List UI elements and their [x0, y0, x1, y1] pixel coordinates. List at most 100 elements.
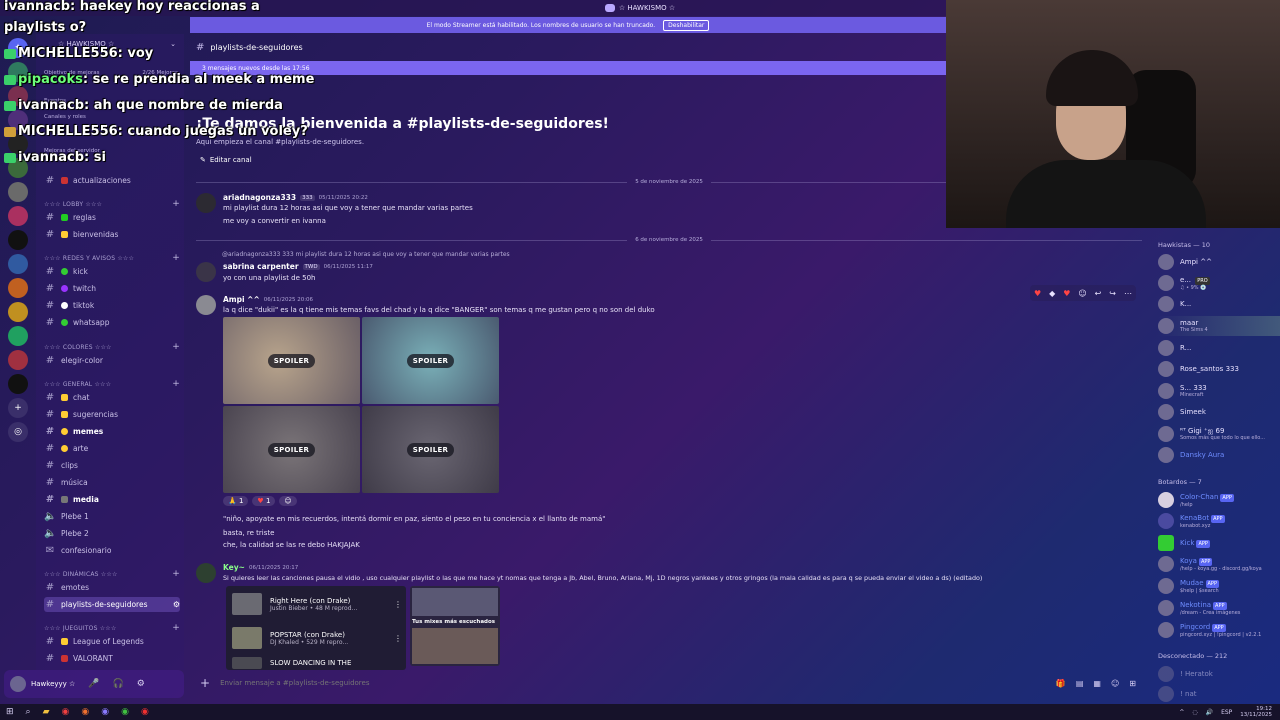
server-icon[interactable]: [8, 254, 28, 274]
member-item[interactable]: Rose_santos 333: [1158, 359, 1280, 379]
language-indicator[interactable]: ESP: [1221, 709, 1232, 716]
channel-elegir-color[interactable]: # elegir-color: [44, 353, 180, 368]
add-channel-icon[interactable]: +: [172, 569, 180, 579]
message-input[interactable]: [220, 679, 1046, 687]
clock[interactable]: 19:12 13/11/2025: [1240, 706, 1272, 718]
add-reaction-icon[interactable]: ☺: [279, 496, 297, 506]
browser-icon[interactable]: ◉: [81, 707, 89, 717]
boost-goal[interactable]: Objetivo de mejoras 2/26 Mejoras: [44, 70, 178, 76]
add-channel-icon[interactable]: +: [172, 342, 180, 352]
channel-media[interactable]: # media: [44, 492, 180, 507]
category-general[interactable]: ☆☆☆ GENERAL ☆☆☆ +: [44, 378, 180, 390]
server-icon[interactable]: [8, 158, 28, 178]
headphones-icon[interactable]: 🎧: [113, 679, 124, 689]
author-name[interactable]: sabrina carpenter: [223, 262, 299, 271]
add-channel-icon[interactable]: +: [172, 199, 180, 209]
server-icon[interactable]: [8, 86, 28, 106]
chevron-up-icon[interactable]: ^: [1179, 709, 1184, 716]
events-link[interactable]: Eventos: [44, 98, 178, 104]
member-item[interactable]: ! Heratok: [1158, 664, 1280, 684]
video-attachment[interactable]: Tus mixes más escuchados: [410, 586, 500, 666]
video-attachment[interactable]: Right Here (con Drake) Justin Bieber • 48…: [226, 586, 406, 670]
browser-icon[interactable]: ◉: [62, 707, 70, 717]
channel-tiktok[interactable]: # tiktok: [44, 298, 180, 313]
channel-clips[interactable]: # clips: [44, 458, 180, 473]
channel-valorant[interactable]: # VALORANT: [44, 651, 180, 666]
microphone-icon[interactable]: 🎤: [88, 679, 99, 689]
category-lobby[interactable]: ☆☆☆ LOBBY ☆☆☆ +: [44, 198, 180, 210]
member-item[interactable]: K...: [1158, 294, 1280, 314]
channel-actualizaciones[interactable]: # actualizaciones: [44, 173, 180, 188]
channels-roles-link[interactable]: Canales y roles: [44, 114, 178, 120]
volume-icon[interactable]: 🔊: [1206, 709, 1213, 716]
network-icon[interactable]: ◌: [1192, 709, 1197, 716]
member-item[interactable]: Kick APP: [1158, 533, 1280, 553]
member-item[interactable]: Simeek: [1158, 402, 1280, 422]
add-channel-icon[interactable]: +: [172, 253, 180, 263]
spoiler-image[interactable]: SPOILER: [223, 317, 360, 404]
apps-icon[interactable]: ⊞: [1129, 679, 1136, 688]
more-icon[interactable]: ⋮: [394, 600, 402, 609]
channel-confesionario[interactable]: ✉ confesionario: [44, 543, 180, 558]
emoji-picker-icon[interactable]: ☺: [1111, 679, 1119, 688]
avatar[interactable]: [10, 676, 26, 692]
server-icon[interactable]: [8, 206, 28, 226]
server-icon[interactable]: [8, 230, 28, 250]
channel-bienvenidas[interactable]: # bienvenidas: [44, 227, 180, 242]
member-item[interactable]: ! nat: [1158, 684, 1280, 704]
member-item[interactable]: S... 333 Minecraft: [1158, 381, 1280, 401]
sticker-icon[interactable]: ▦: [1093, 679, 1101, 688]
server-icon[interactable]: [8, 302, 28, 322]
add-channel-icon[interactable]: +: [172, 379, 180, 389]
channel-chat[interactable]: # chat: [44, 390, 180, 405]
voice-plebe-1[interactable]: 🔈 Plebe 1: [44, 509, 180, 524]
server-icon[interactable]: [8, 350, 28, 370]
member-item[interactable]: Nekotina APP/dream - Crea imágenes: [1158, 598, 1280, 618]
gear-icon[interactable]: ⚙: [173, 600, 180, 609]
channel-musica[interactable]: # música: [44, 475, 180, 490]
add-server-icon[interactable]: +: [8, 398, 28, 418]
reaction-pill[interactable]: ♥ 1: [252, 496, 276, 506]
spoiler-image[interactable]: SPOILER: [362, 317, 499, 404]
windows-start-icon[interactable]: ⊞: [6, 707, 14, 717]
gear-icon[interactable]: ⚙: [137, 679, 145, 689]
edit-channel-button[interactable]: ✎ Editar canal: [200, 156, 252, 164]
new-messages-bar[interactable]: 3 mensajes nuevos desde las 17:56: [190, 61, 946, 75]
avatar[interactable]: [196, 262, 216, 282]
member-item[interactable]: e... PRO ♫ • 9% 💿: [1158, 273, 1280, 293]
server-icon[interactable]: [8, 374, 28, 394]
server-upgrades-link[interactable]: Mejoras del servidor: [44, 148, 178, 154]
add-channel-icon[interactable]: +: [172, 623, 180, 633]
avatar[interactable]: [196, 295, 216, 315]
author-name[interactable]: Ampi ^^: [223, 295, 260, 304]
channel-whatsapp[interactable]: # whatsapp: [44, 315, 180, 330]
author-name[interactable]: ariadnagonza333: [223, 193, 296, 202]
chrome-icon[interactable]: ◉: [121, 707, 129, 717]
gift-icon[interactable]: 🎁: [1056, 679, 1066, 688]
author-name[interactable]: Key~: [223, 563, 245, 572]
member-item[interactable]: Color-Chan APP/help: [1158, 490, 1280, 510]
explore-icon[interactable]: ◎: [8, 422, 28, 442]
discord-icon[interactable]: ◉: [101, 707, 109, 717]
reply-preview[interactable]: @ariadnagonza333 333 mi playlist dura 12…: [222, 251, 510, 258]
channel-emotes[interactable]: # emotes: [44, 580, 180, 595]
server-icon[interactable]: [8, 326, 28, 346]
disable-streamer-button[interactable]: Deshabilitar: [663, 19, 710, 31]
gif-icon[interactable]: ▤: [1076, 679, 1084, 688]
channel-playlists-de-seguidores[interactable]: # playlists-de-seguidores ⚙: [44, 597, 180, 612]
song-row[interactable]: Right Here (con Drake) Justin Bieber • 48…: [232, 592, 402, 616]
channel-sugerencias[interactable]: # sugerencias: [44, 407, 180, 422]
song-row[interactable]: SLOW DANCING IN THE: [232, 656, 402, 670]
category-redes[interactable]: ☆☆☆ REDES Y AVISOS ☆☆☆ +: [44, 252, 180, 264]
channel-kick[interactable]: # kick: [44, 264, 180, 279]
member-item[interactable]: maar The Sims 4: [1158, 316, 1280, 336]
spoiler-image[interactable]: SPOILER: [362, 406, 499, 493]
member-item[interactable]: Mudae APP $help | $search: [1158, 576, 1280, 596]
member-item[interactable]: Ampi ^^: [1158, 252, 1280, 272]
server-icon[interactable]: [8, 278, 28, 298]
add-attachment-icon[interactable]: +: [200, 676, 210, 690]
server-icon[interactable]: [8, 110, 28, 130]
member-item[interactable]: R...: [1158, 338, 1280, 358]
member-item[interactable]: KenaBot APP kenabot.xyz: [1158, 511, 1280, 531]
channel-reglas[interactable]: # reglas: [44, 210, 180, 225]
